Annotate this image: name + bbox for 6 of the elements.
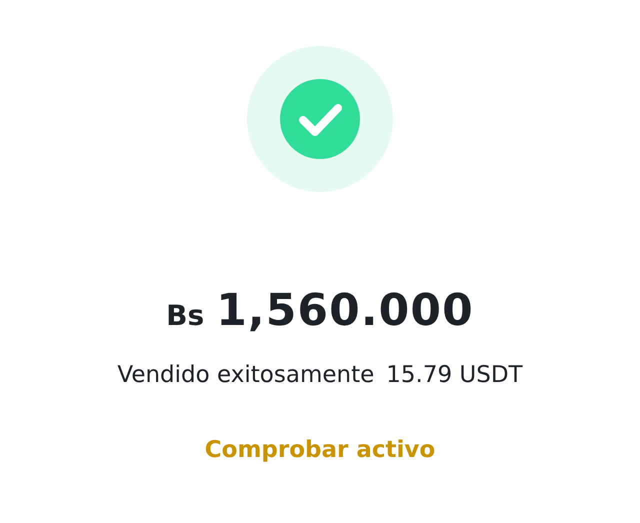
amount-value: 1,560.000 bbox=[216, 284, 474, 338]
currency-label: Bs bbox=[166, 298, 204, 334]
status-message: Vendido exitosamente bbox=[117, 361, 374, 390]
check-icon bbox=[280, 79, 360, 159]
crypto-amount: 15.79 USDT bbox=[386, 361, 523, 390]
check-asset-link[interactable]: Comprobar activo bbox=[204, 432, 436, 467]
